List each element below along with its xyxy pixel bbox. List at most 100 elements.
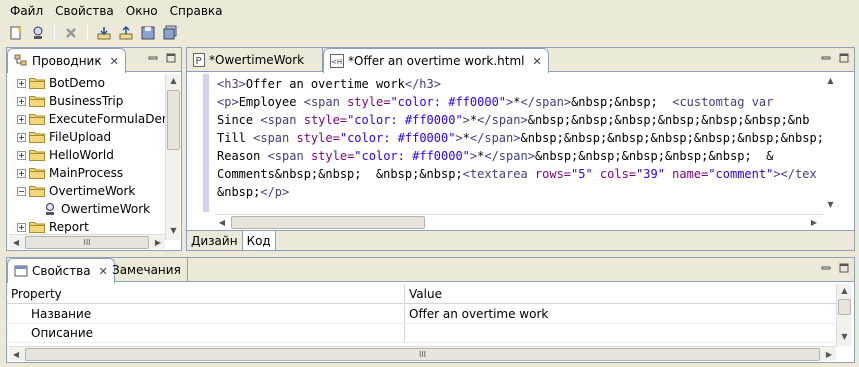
tree-item-label: OvertimeWork [49,184,136,198]
tab-owertimework[interactable]: P *OwertimeWork [187,48,323,72]
toolbar [0,22,859,44]
minimize-icon[interactable] [820,262,832,274]
tree-item[interactable]: + FileUpload [9,128,169,146]
code-token: </span> [477,113,528,127]
expand-icon[interactable]: + [17,150,26,160]
column-header-property[interactable]: Property [7,284,405,303]
explorer-horizontal-scrollbar[interactable]: ◀ III ▶ [9,234,165,249]
code-token: Till [217,131,254,145]
table-row[interactable]: Описание [7,324,836,343]
collapse-icon[interactable]: − [17,186,26,196]
deploy-icon [33,26,43,39]
tab-explorer[interactable]: Проводник ✕ [7,48,126,73]
scroll-left-icon[interactable]: ◀ [9,347,23,362]
folder-icon [29,167,49,179]
property-value[interactable]: Offer an overtime work [405,305,836,323]
scroll-up-icon[interactable]: ▲ [166,74,181,88]
export-button[interactable] [116,23,136,43]
menu-window[interactable]: Окно [120,4,164,18]
scroll-right-icon[interactable]: ▶ [151,235,165,250]
tab-explorer-label: Проводник [32,54,102,68]
maximize-icon[interactable] [838,262,850,274]
tree-item-label: OwertimeWork [61,202,151,216]
code-token: > [455,131,463,145]
code-token: "comment" [708,167,774,181]
delete-button[interactable] [61,23,81,43]
scroll-down-icon[interactable]: ▼ [837,330,852,344]
code-token: "color: #ff0000" [354,149,470,163]
scroll-right-icon[interactable]: ▶ [822,347,836,362]
expand-icon[interactable]: + [17,96,26,106]
code-line: <h3>Offer an overtime work</h3> [217,75,836,93]
tree-item-label: FileUpload [49,130,112,144]
scroll-left-icon[interactable]: ◀ [215,215,229,230]
save-all-button[interactable] [160,23,180,43]
import-button[interactable] [94,23,114,43]
property-name: Название [7,305,405,323]
scroll-down-icon[interactable]: ▼ [823,198,838,212]
editor-vertical-scrollbar[interactable]: ▲ ▼ [823,74,838,214]
tree-item[interactable]: − OvertimeWork [9,182,169,200]
scroll-up-icon[interactable]: ▲ [823,74,838,88]
code-token: </span> [469,131,521,145]
properties-horizontal-scrollbar[interactable]: ◀ III ▶ [9,346,836,361]
tree-item[interactable]: + BusinessTrip [9,92,169,110]
table-row[interactable]: Название Offer an overtime work [7,305,836,324]
tab-offer-html[interactable]: <H> *Offer an overtime work.html ✕ [323,48,549,73]
close-icon[interactable]: ✕ [110,55,119,68]
toolbar-separator [87,25,88,41]
property-value[interactable] [405,324,836,342]
tree-item[interactable]: + BotDemo [9,74,169,92]
scroll-up-icon[interactable]: ▲ [837,284,852,298]
code-area[interactable]: <h3>Offer an overtime work</h3> <p>Employ… [217,75,836,215]
code-line: Since <span style="color: #ff0000">*</sp… [217,111,836,129]
scroll-down-icon[interactable]: ▼ [166,224,181,238]
explorer-icon [14,54,27,66]
scroll-thumb[interactable] [838,299,851,315]
scroll-thumb[interactable]: III [25,236,149,249]
editor-horizontal-scrollbar[interactable]: ◀ ▶ [215,214,823,229]
expand-icon[interactable]: + [17,132,26,142]
tab-design[interactable]: Дизайн [187,231,243,250]
new-file-button[interactable] [6,23,26,43]
tab-remarks[interactable]: Замечания [106,258,188,282]
code-token: <span [253,131,297,145]
tree-item[interactable]: + ExecuteFormulaDem [9,110,169,128]
menu-help[interactable]: Справка [164,4,229,18]
folder-icon [29,221,49,233]
code-line: Till <span style="color: #ff0000">*</spa… [217,129,836,147]
expand-icon[interactable]: + [17,168,26,178]
properties-table-header: Property Value [7,284,836,304]
tab-remarks-label: Замечания [112,263,181,277]
menu-properties[interactable]: Свойства [49,4,120,18]
tab-code[interactable]: Код [242,231,276,250]
scroll-right-icon[interactable]: ▶ [807,215,821,230]
tree-item[interactable]: + HelloWorld [9,146,169,164]
editor-panel: P *OwertimeWork <H> *Offer an overtime w… [186,47,855,251]
expand-icon[interactable]: + [17,222,26,232]
code-token: <customtag var [672,95,774,109]
scroll-thumb[interactable] [167,90,180,150]
tree-item[interactable]: OwertimeWork [9,200,169,218]
maximize-icon[interactable] [165,52,177,64]
save-button[interactable] [138,23,158,43]
maximize-icon[interactable] [838,52,850,64]
column-header-value[interactable]: Value [405,284,836,303]
expand-icon[interactable]: + [17,78,26,88]
code-token: Comments&nbsp;&nbsp; &nbsp;&nbsp; [217,167,463,181]
scroll-left-icon[interactable]: ◀ [9,235,23,250]
menu-file[interactable]: Файл [4,4,49,18]
expand-icon[interactable]: + [17,114,26,124]
minimize-icon[interactable] [147,52,159,64]
change-marker [203,74,209,212]
scroll-thumb[interactable]: III [25,348,820,361]
minimize-icon[interactable] [820,52,832,64]
properties-vertical-scrollbar[interactable]: ▲ ▼ [836,284,851,346]
code-line: Reason <span style="color: #ff0000">*</s… [217,147,836,165]
explorer-vertical-scrollbar[interactable]: ▲ ▼ [165,74,180,240]
deploy-button[interactable] [28,23,48,43]
scroll-thumb[interactable] [231,216,425,229]
close-icon[interactable]: ✕ [533,55,542,68]
tree-item[interactable]: + MainProcess [9,164,169,182]
tab-properties[interactable]: Свойства ✕ [7,258,115,283]
